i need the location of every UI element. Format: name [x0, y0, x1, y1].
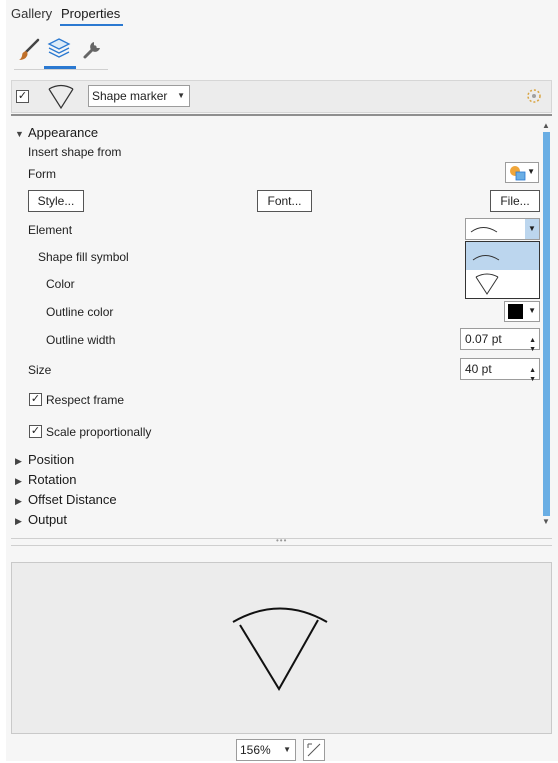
spin-down-icon[interactable]: ▼ — [529, 340, 536, 360]
marker-preview-icon — [46, 83, 76, 111]
scroll-down-icon[interactable]: ▼ — [542, 517, 550, 526]
chevron-down-icon: ▼ — [527, 167, 535, 176]
divider — [11, 114, 552, 116]
sector-icon — [475, 273, 499, 295]
outline-color-label: Outline color — [46, 305, 114, 319]
element-option-arc[interactable] — [466, 242, 539, 270]
rotation-section[interactable]: Rotation — [28, 472, 76, 487]
chevron-down-icon[interactable]: ▼ — [15, 129, 24, 139]
toggle-background-button[interactable] — [303, 739, 325, 761]
divider — [14, 69, 108, 70]
outline-width-value: 0.07 pt — [465, 332, 502, 346]
form-dropdown[interactable]: ▼ — [505, 162, 539, 183]
element-option-sector[interactable] — [466, 270, 539, 298]
color-label: Color — [46, 277, 75, 291]
layers-icon[interactable] — [46, 36, 72, 62]
active-tab-indicator — [60, 24, 123, 26]
offset-distance-section[interactable]: Offset Distance — [28, 492, 117, 507]
layer-enabled-checkbox[interactable]: ✓ — [16, 90, 29, 103]
insert-shape-label: Insert shape from — [28, 145, 122, 159]
respect-frame-checkbox[interactable]: ✓ — [29, 393, 42, 406]
output-section[interactable]: Output — [28, 512, 67, 527]
resize-icon — [307, 743, 321, 757]
symbol-layer-icon[interactable] — [525, 87, 543, 105]
symbol-preview — [11, 562, 552, 734]
chevron-down-icon: ▼ — [528, 224, 536, 233]
dropdown-arrow-button[interactable]: ▼ — [525, 219, 539, 239]
chevron-right-icon[interactable]: ▶ — [15, 476, 22, 487]
respect-frame-label: Respect frame — [46, 393, 125, 407]
tab-properties[interactable]: Properties — [61, 6, 120, 21]
appearance-header[interactable]: Appearance — [28, 125, 98, 140]
arc-icon — [470, 227, 498, 233]
marker-type-dropdown[interactable]: Shape marker ▼ — [88, 85, 190, 107]
chevron-right-icon[interactable]: ▶ — [15, 496, 22, 507]
file-button[interactable]: File... — [490, 190, 540, 212]
element-label: Element — [28, 223, 73, 237]
sector-shape-preview — [232, 607, 328, 691]
grip-icon[interactable]: ••• — [276, 536, 287, 545]
spin-down-icon[interactable]: ▼ — [529, 370, 536, 390]
font-button[interactable]: Font... — [257, 190, 312, 212]
scrollbar-thumb[interactable] — [543, 132, 550, 516]
shape-fill-symbol-label: Shape fill symbol — [38, 250, 129, 264]
shapes-icon — [510, 166, 526, 181]
size-input[interactable]: 40 pt ▲ ▼ — [460, 358, 540, 383]
chevron-down-icon: ▼ — [528, 306, 536, 315]
chevron-right-icon[interactable]: ▶ — [15, 456, 22, 467]
scale-proportionally-checkbox[interactable]: ✓ — [29, 425, 42, 438]
outline-width-label: Outline width — [46, 333, 116, 347]
scroll-up-icon[interactable]: ▲ — [542, 121, 550, 130]
paintbrush-icon[interactable] — [16, 36, 42, 62]
tab-gallery[interactable]: Gallery — [11, 6, 52, 21]
chevron-down-icon: ▼ — [283, 745, 291, 754]
outline-width-input[interactable]: 0.07 pt ▲ ▼ — [460, 328, 540, 353]
zoom-dropdown[interactable]: 156% ▼ — [236, 739, 296, 761]
style-button[interactable]: Style... — [28, 190, 84, 212]
zoom-value: 156% — [240, 743, 271, 757]
chevron-right-icon[interactable]: ▶ — [15, 516, 22, 527]
form-label: Form — [28, 167, 56, 181]
outline-color-picker[interactable]: ▼ — [504, 301, 540, 322]
element-dropdown[interactable]: ▼ — [465, 218, 540, 240]
arc-icon — [472, 255, 500, 261]
size-label: Size — [28, 363, 52, 377]
wrench-icon[interactable] — [79, 36, 105, 62]
size-value: 40 pt — [465, 362, 492, 376]
color-swatch — [508, 304, 523, 319]
scale-proportionally-label: Scale proportionally — [46, 425, 152, 439]
chevron-down-icon: ▼ — [177, 91, 185, 100]
marker-type-value: Shape marker — [92, 89, 168, 103]
position-section[interactable]: Position — [28, 452, 74, 467]
